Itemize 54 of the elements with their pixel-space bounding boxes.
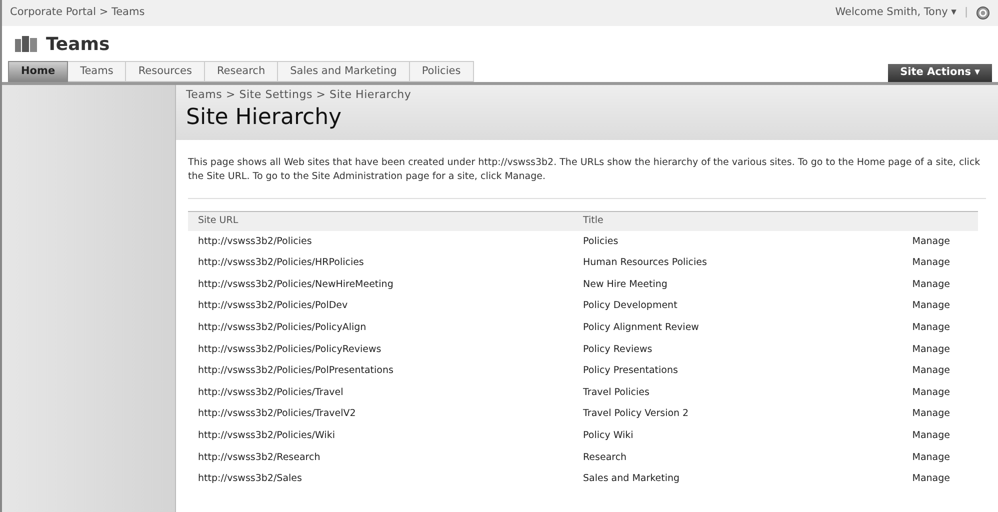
- manage-link[interactable]: Manage: [841, 468, 978, 490]
- nav-tab[interactable]: Resources: [126, 61, 205, 82]
- table-cell-text: Policy Alignment Review: [583, 321, 700, 336]
- manage-link[interactable]: Manage: [841, 317, 978, 339]
- site-url-link[interactable]: http://vswss3b2/Policies: [188, 231, 583, 253]
- site-title: Teams: [46, 32, 110, 56]
- description: This page shows all Web sites that have been created under http://vswss3b2. The URLs show the hierarchy of the various sites. To go to the Home page of a site, click the Site URL. To go to the Site Administration page for a site, click Manage.: [188, 156, 986, 198]
- nav-tab[interactable]: Teams: [68, 61, 126, 82]
- site-url-link[interactable]: http://vswss3b2/Policies/PolDev: [188, 296, 583, 318]
- manage-link[interactable]: Manage: [841, 446, 978, 469]
- table-cell-text: Travel Policies: [583, 386, 650, 400]
- table-cell-text: Travel Policy Version 2: [583, 407, 690, 422]
- site-logo-icon: [14, 34, 38, 54]
- page-title: Site Hierarchy: [186, 104, 343, 132]
- page-breadcrumb[interactable]: Teams > Site Settings > Site Hierarchy: [186, 87, 988, 104]
- table-cell-text: Policy Presentations: [583, 364, 679, 378]
- separator: |: [964, 5, 968, 20]
- site-url-link[interactable]: http://vswss3b2/Policies/Wiki: [188, 425, 583, 447]
- manage-link[interactable]: Manage: [841, 382, 978, 404]
- help-icon[interactable]: [976, 6, 990, 20]
- table-cell-text: Policy Development: [583, 299, 678, 314]
- site-url-link[interactable]: http://vswss3b2/Policies/PolicyAlign: [188, 317, 583, 339]
- manage-link[interactable]: Manage: [841, 274, 978, 296]
- site-url-link[interactable]: http://vswss3b2/Research: [188, 446, 583, 469]
- manage-link[interactable]: Manage: [841, 231, 978, 253]
- table-cell: Policies: [583, 231, 842, 253]
- table-cell-text: Sales and Marketing: [583, 472, 681, 486]
- site-actions-button[interactable]: Site Actions ▾: [888, 64, 992, 82]
- site-url-link[interactable]: http://vswss3b2/Policies/NewHireMeeting: [188, 274, 583, 296]
- nav-tab[interactable]: Sales and Marketing: [278, 61, 410, 82]
- table-cell-text: Human Resources Policies: [583, 256, 708, 270]
- table-cell-text: Policy Wiki: [583, 429, 634, 444]
- nav-tab[interactable]: Home: [8, 61, 68, 82]
- site-url-link[interactable]: http://vswss3b2/Policies/Travel: [188, 382, 583, 404]
- column-header: Title: [583, 211, 842, 231]
- table-cell-text: Research: [583, 450, 628, 465]
- site-url-link[interactable]: http://vswss3b2/Policies/TravelV2: [188, 404, 583, 426]
- manage-link[interactable]: Manage: [841, 338, 978, 361]
- manage-link[interactable]: Manage: [841, 252, 978, 274]
- manage-link[interactable]: Manage: [841, 425, 978, 447]
- breadcrumb[interactable]: Corporate Portal > Teams: [10, 5, 145, 21]
- nav-tab[interactable]: Research: [204, 61, 278, 82]
- column-header: Site URL: [188, 211, 583, 231]
- site-url-link[interactable]: http://vswss3b2/Sales: [188, 468, 583, 490]
- site-url-link[interactable]: http://vswss3b2/Policies/PolPresentations: [188, 360, 583, 382]
- manage-link[interactable]: Manage: [841, 360, 978, 382]
- manage-link[interactable]: Manage: [841, 296, 978, 318]
- nav-tab[interactable]: Policies: [410, 61, 474, 82]
- site-url-link[interactable]: http://vswss3b2/Policies/PolicyReviews: [188, 338, 583, 361]
- table-cell-text: Policy Reviews: [583, 342, 654, 357]
- welcome-menu[interactable]: Welcome Smith, Tony ▾: [835, 5, 956, 21]
- table-cell-text: New Hire Meeting: [583, 278, 668, 292]
- site-url-link[interactable]: http://vswss3b2/Policies/HRPolicies: [188, 252, 583, 274]
- manage-link[interactable]: Manage: [841, 404, 978, 426]
